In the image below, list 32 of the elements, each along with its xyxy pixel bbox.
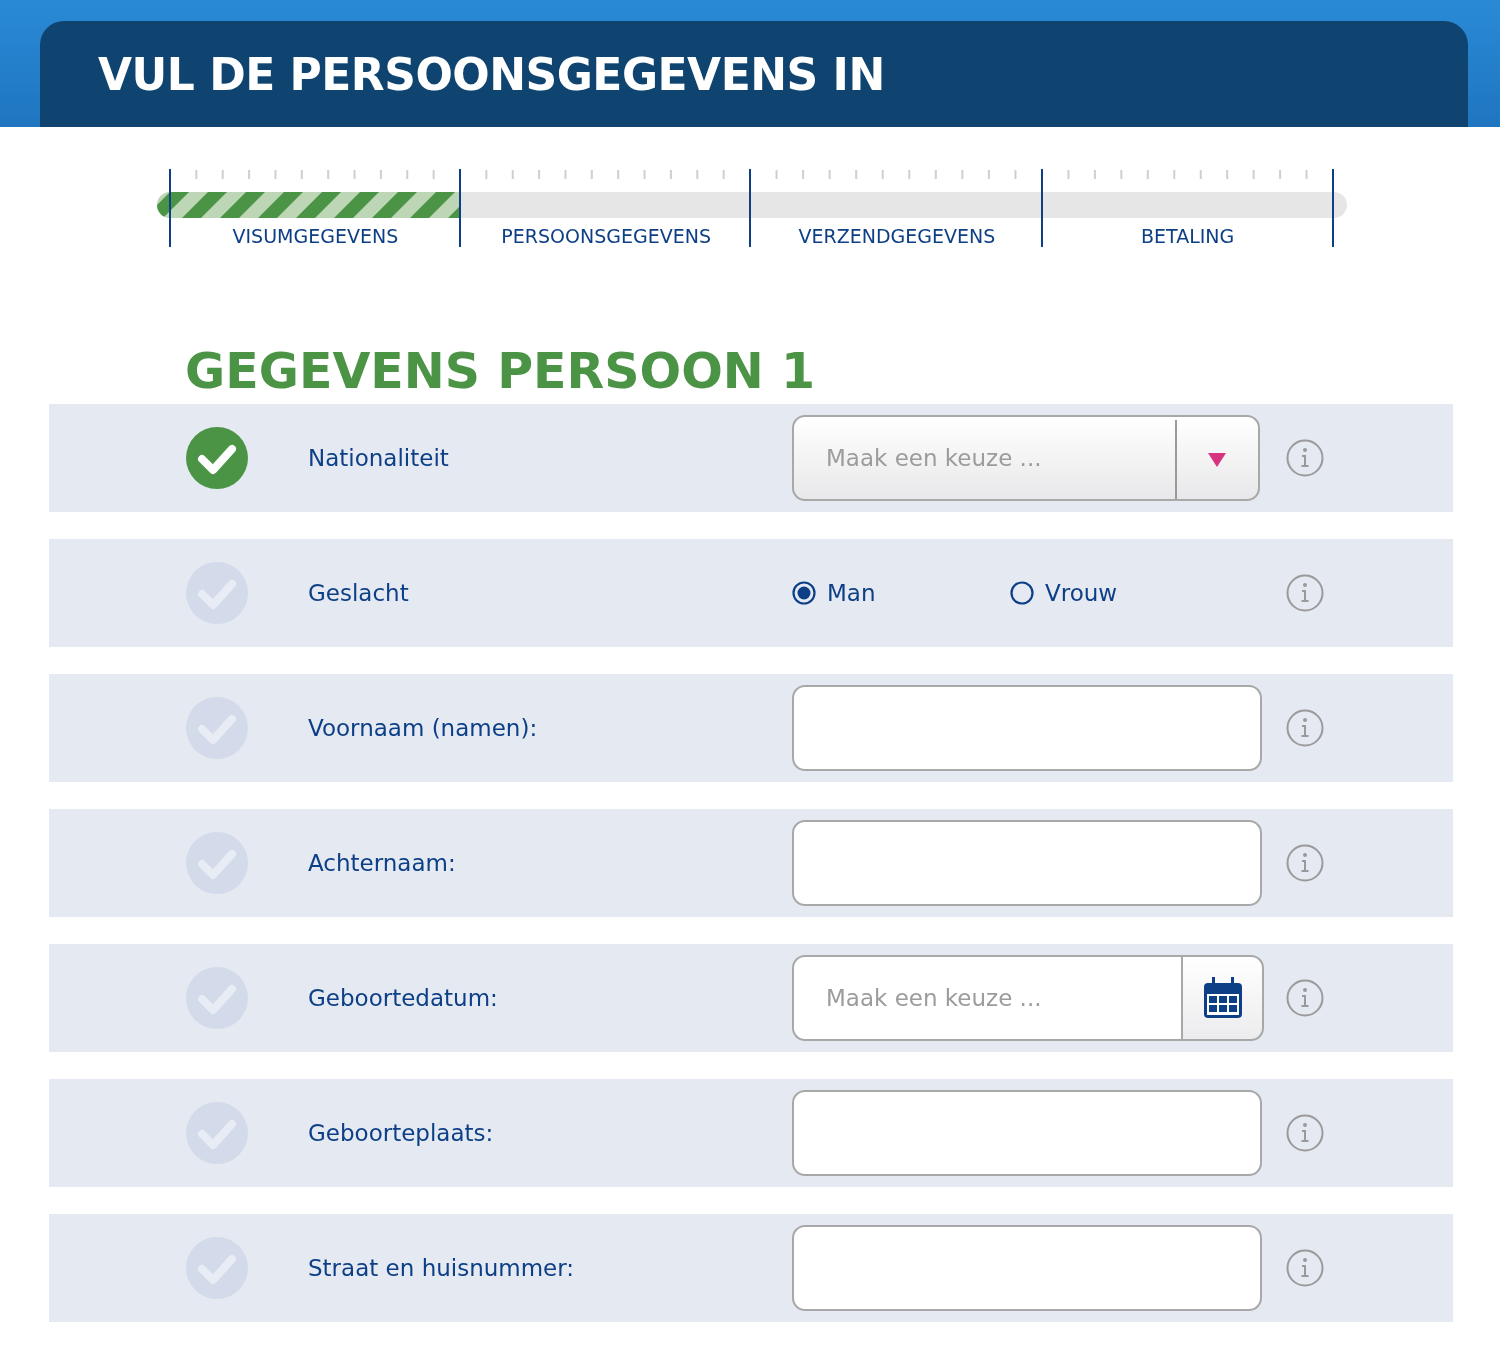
field-label: Achternaam: xyxy=(308,850,457,876)
info-icon[interactable] xyxy=(1286,844,1324,882)
step-label: VERZENDGEGEVENS xyxy=(798,225,996,247)
field-label: Straat en huisnummer: xyxy=(308,1255,576,1281)
calendar-button[interactable] xyxy=(1181,955,1264,1041)
date-field[interactable]: Maak een keuze ... xyxy=(792,955,1181,1041)
text-field[interactable] xyxy=(792,820,1262,906)
page-title: VUL DE PERSOONSGEGEVENS IN xyxy=(98,48,885,100)
radio-label[interactable]: Vrouw xyxy=(1045,580,1118,606)
info-icon[interactable] xyxy=(1286,439,1324,477)
radio-button[interactable] xyxy=(1010,581,1034,605)
step-label: PERSOONSGEGEVENS xyxy=(501,225,711,247)
info-icon[interactable] xyxy=(1286,709,1324,747)
step-label: VISUMGEGEVENS xyxy=(232,225,399,247)
radio-button[interactable] xyxy=(792,581,816,605)
radio-label[interactable]: Man xyxy=(827,580,876,606)
info-icon[interactable] xyxy=(1286,574,1324,612)
info-icon[interactable] xyxy=(1286,979,1324,1017)
text-field[interactable] xyxy=(792,685,1262,771)
caret-icon xyxy=(1208,453,1226,467)
calendar-icon xyxy=(1202,977,1243,1019)
field-label: Geboorteplaats: xyxy=(308,1120,495,1146)
field-label: Geboortedatum: xyxy=(308,985,499,1011)
field-label: Voornaam (namen): xyxy=(308,715,539,741)
section-title: GEGEVENS PERSOON 1 xyxy=(185,342,816,402)
info-icon[interactable] xyxy=(1286,1114,1324,1152)
info-icon[interactable] xyxy=(1286,1249,1324,1287)
step-label: BETALING xyxy=(1140,225,1235,247)
text-field[interactable] xyxy=(792,1225,1262,1311)
field-label: Geslacht xyxy=(308,580,410,606)
field-label: Nationaliteit xyxy=(308,445,450,471)
text-field[interactable] xyxy=(792,1090,1262,1176)
